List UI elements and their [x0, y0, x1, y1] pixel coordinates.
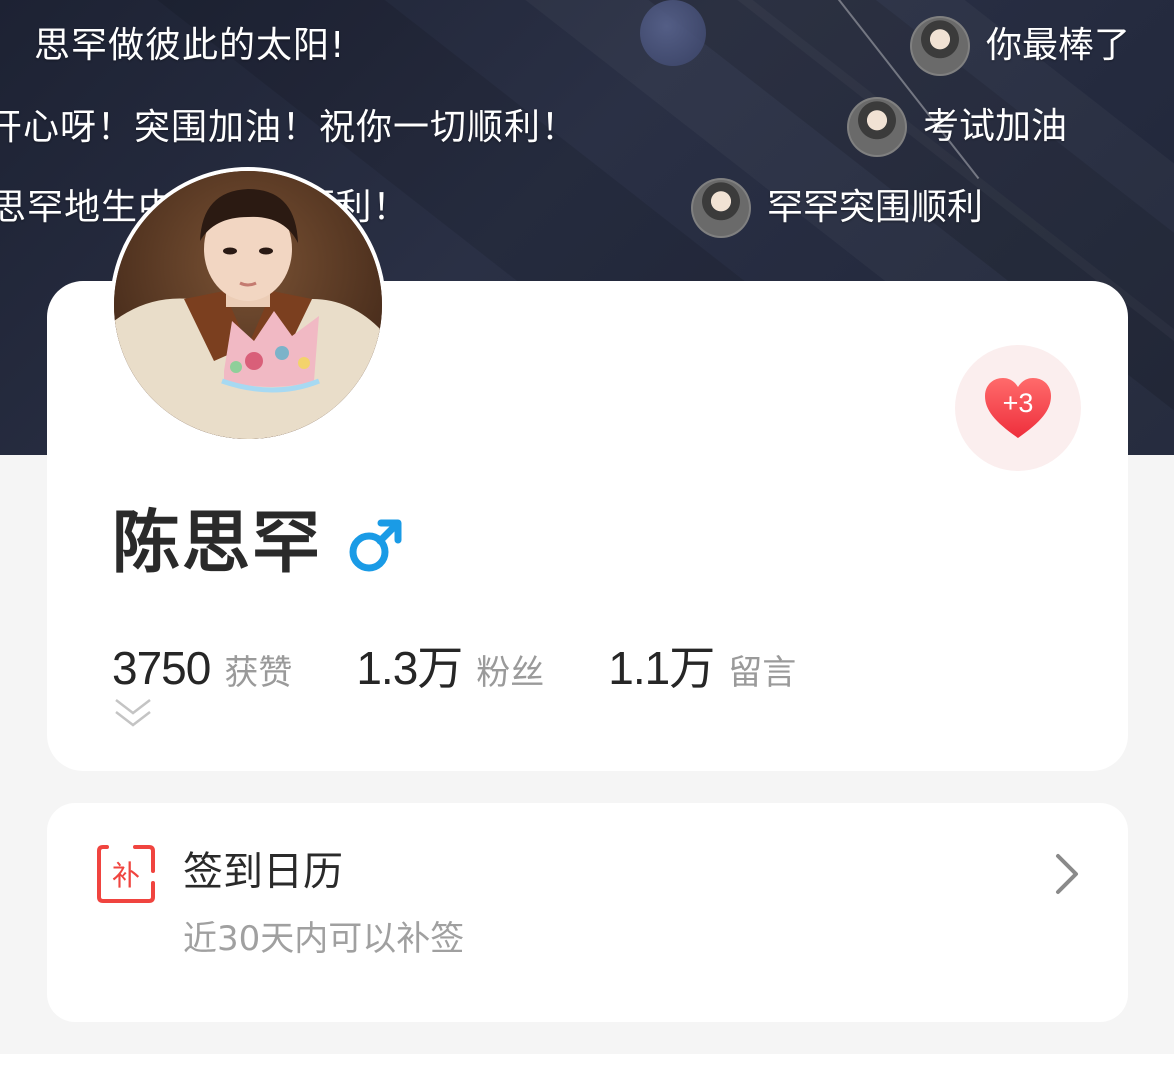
- chevron-right-icon[interactable]: [1052, 852, 1082, 896]
- user-avatar-icon: [847, 97, 907, 157]
- danmaku-text: 罕罕突围顺利: [767, 187, 984, 228]
- banner-orb: [640, 0, 706, 66]
- checkin-calendar-card[interactable]: [47, 803, 1128, 1022]
- stat-fans[interactable]: 1.3万 粉丝: [356, 632, 544, 698]
- like-count: +3: [1002, 388, 1034, 418]
- danmaku-message: 开心呀！突围加油！祝你一切顺利！: [0, 107, 579, 148]
- like-button[interactable]: +3: [955, 345, 1081, 471]
- profile-stats: 3750 获赞 1.3万 粉丝 1.1万 留言: [112, 632, 860, 698]
- profile-avatar[interactable]: [110, 167, 386, 443]
- user-avatar-icon: [691, 178, 751, 238]
- checkin-icon-text: 补: [112, 859, 140, 892]
- stat-value: 3750: [112, 642, 211, 694]
- danmaku-user-message[interactable]: 考试加油: [847, 97, 1067, 157]
- checkin-title: 签到日历: [183, 849, 343, 895]
- user-name: 陈思罕: [112, 504, 323, 583]
- male-gender-icon: [349, 519, 402, 572]
- danmaku-text: 你最棒了: [986, 25, 1131, 66]
- stat-value: 1.1万: [608, 642, 715, 694]
- stat-label: 留言: [728, 653, 797, 693]
- stat-value: 1.3万: [356, 642, 463, 694]
- danmaku-user-message[interactable]: 罕罕突围顺利: [691, 178, 983, 238]
- user-avatar-icon: [910, 16, 970, 76]
- bottom-spacer: [0, 1054, 1174, 1080]
- stat-likes[interactable]: 3750 获赞: [112, 641, 292, 695]
- danmaku-user-message[interactable]: 你最棒了: [910, 16, 1130, 76]
- stat-messages[interactable]: 1.1万 留言: [608, 632, 796, 698]
- stat-label: 获赞: [224, 653, 293, 693]
- makeup-checkin-icon: 补: [97, 845, 155, 903]
- stat-label: 粉丝: [476, 653, 545, 693]
- danmaku-text: 考试加油: [923, 106, 1068, 147]
- danmaku-message: 思罕做彼此的太阳!: [34, 25, 346, 66]
- checkin-subtitle: 近30天内可以补签: [183, 919, 465, 959]
- double-chevron-down-icon[interactable]: [113, 696, 153, 730]
